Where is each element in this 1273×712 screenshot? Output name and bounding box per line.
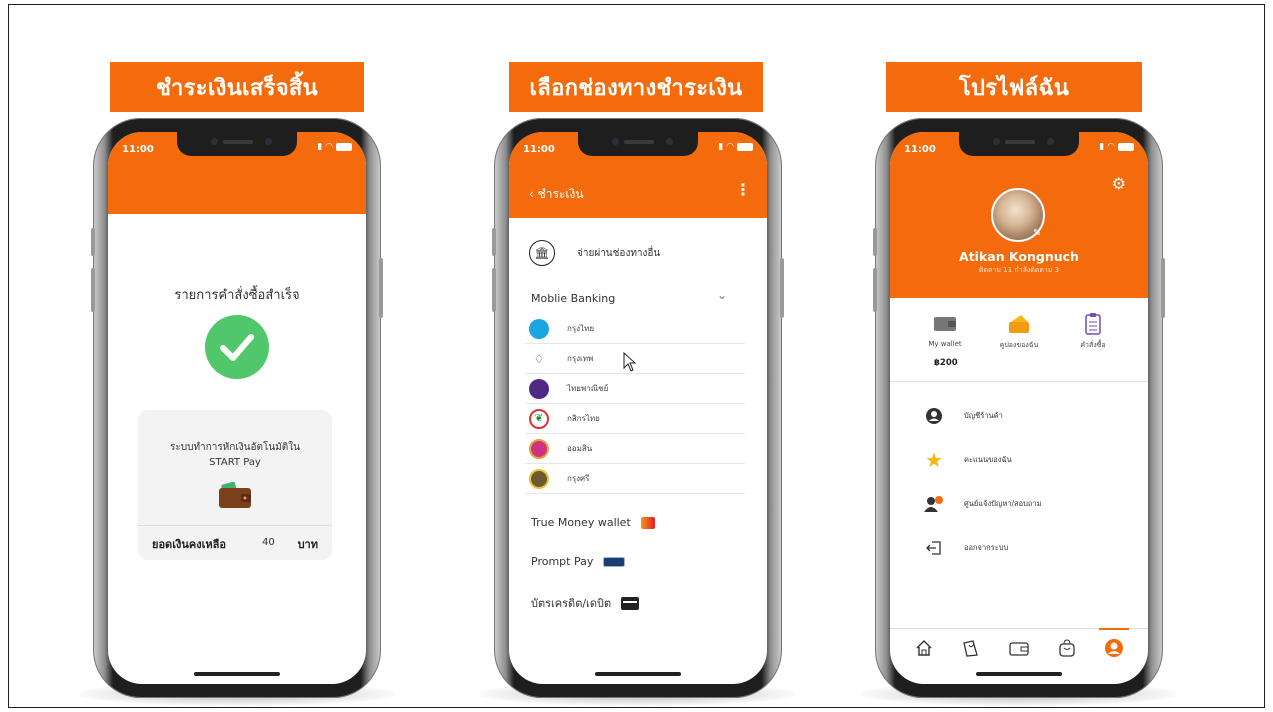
status-time: 11:00 — [122, 144, 154, 155]
tab-home[interactable] — [909, 633, 939, 663]
wifi-icon: ◠ — [1107, 142, 1115, 152]
balance-unit: บาท — [297, 538, 318, 551]
chevron-down-icon[interactable]: ⌄ — [717, 288, 727, 302]
card-option[interactable]: บัตรเครดิต/เดบิต — [531, 594, 640, 612]
true-money-option[interactable]: True Money wallet — [531, 516, 655, 529]
support-icon — [924, 496, 944, 512]
prompt-pay-option[interactable]: Prompt Pay — [531, 555, 626, 568]
auto-deduct-text: ระบบทำการหักเงินอัตโนมัติใน START Pay — [170, 442, 300, 468]
tab-shop[interactable] — [956, 633, 986, 663]
order-success-title: รายการคำสั่งซื้อสำเร็จ — [174, 288, 300, 303]
wallet-icon — [219, 480, 251, 512]
screen: 11:00 ▮ ◠ ⚙ ✎ Atikan Kongnuch ติดตาม 11 ก… — [890, 132, 1148, 684]
signal-icon: ▮ — [1099, 142, 1105, 152]
status-icons: ▮ ◠ — [317, 142, 352, 152]
wallet-icon — [1009, 641, 1029, 656]
menu-shop-account[interactable]: บัญชีร้านค้า — [924, 394, 1124, 438]
promptpay-logo-icon — [603, 556, 626, 567]
tab-profile[interactable] — [1099, 627, 1130, 663]
header-title: ชำระเงิน — [537, 187, 584, 201]
home-indicator[interactable] — [976, 672, 1062, 676]
quick-my-coupon[interactable]: คูปองของฉัน — [984, 312, 1054, 351]
bank-item-gsb[interactable]: ออมสิน — [525, 434, 745, 464]
status-icons: ▮ ◠ — [718, 142, 753, 152]
other-channel-option[interactable]: 🏛 จ่ายผ่านช่องทางอื่น — [529, 240, 660, 266]
tab-orders[interactable] — [1052, 633, 1082, 663]
bank-item-ktb[interactable]: กรุงไทย — [525, 314, 745, 344]
ktb-logo-icon — [529, 318, 549, 339]
menu-my-points[interactable]: ★ คะแนนของฉัน — [924, 438, 1124, 482]
quick-orders[interactable]: คำสั่งซื้อ — [1058, 312, 1128, 351]
battery-icon — [336, 143, 352, 151]
account-icon — [924, 408, 944, 424]
home-indicator[interactable] — [595, 672, 681, 676]
credit-card-icon — [621, 596, 640, 610]
gsb-logo-icon — [529, 438, 549, 459]
quick-my-wallet[interactable]: My wallet — [910, 312, 980, 348]
phone-payment-success: 11:00 ▮ ◠ รายการคำสั่งซื้อสำเร็จ ระบบทำกา… — [91, 118, 383, 698]
profile-menu: บัญชีร้านค้า ★ คะแนนของฉัน ศูนย์แจ้งปัญห… — [924, 394, 1124, 570]
profile-icon — [1105, 638, 1124, 657]
signal-icon: ▮ — [718, 142, 724, 152]
screen: 11:00 ▮ ◠ ‹ ชำระเงิน ⋮ 🏛 จ่ายผ่านช่องทางอ… — [509, 132, 767, 684]
back-button[interactable]: ‹ ชำระเงิน — [529, 185, 584, 204]
banner-select-payment: เลือกช่องทางชำระเงิน — [509, 62, 763, 112]
battery-icon — [737, 143, 753, 151]
star-icon: ★ — [925, 448, 943, 472]
wallet-balance: ฿200 — [934, 358, 958, 368]
bag-icon — [1058, 638, 1075, 657]
screen: 11:00 ▮ ◠ รายการคำสั่งซื้อสำเร็จ ระบบทำกา… — [108, 132, 366, 684]
bbl-logo-icon: ♢ — [529, 348, 549, 369]
wifi-icon: ◠ — [726, 142, 734, 152]
truemoney-logo-icon — [640, 516, 655, 529]
check-icon — [205, 315, 269, 379]
coupon-icon — [984, 312, 1054, 336]
banner-my-profile: โปรไฟล์ฉัน — [886, 62, 1142, 112]
battery-icon — [1118, 143, 1134, 151]
other-channel-label: จ่ายผ่านช่องทางอื่น — [577, 247, 661, 259]
kbank-logo-icon: ❦ — [529, 408, 549, 429]
status-icons: ▮ ◠ — [1099, 142, 1134, 152]
chevron-left-icon: ‹ — [529, 187, 534, 201]
profile-name: Atikan Kongnuch — [959, 249, 1079, 264]
krungsri-logo-icon — [529, 468, 549, 489]
quick-actions: My wallet คูปองของฉัน คำสั่งซื้อ ฿200 — [890, 298, 1148, 382]
follow-stats: ติดตาม 11 กำลังติดตาม 3 — [978, 266, 1060, 274]
bottom-tab-bar — [890, 627, 1148, 666]
shop-icon — [963, 639, 979, 657]
notch — [578, 132, 698, 156]
wifi-icon: ◠ — [325, 142, 333, 152]
balance-card: ระบบทำการหักเงินอัตโนมัติใน START Pay ยอ… — [138, 410, 332, 560]
signal-icon: ▮ — [317, 142, 323, 152]
notch — [959, 132, 1079, 156]
gear-icon[interactable]: ⚙ — [1112, 174, 1126, 193]
status-time: 11:00 — [523, 144, 555, 155]
phone-profile: 11:00 ▮ ◠ ⚙ ✎ Atikan Kongnuch ติดตาม 11 ก… — [873, 118, 1165, 698]
bank-item-krungsri[interactable]: กรุงศรี — [525, 464, 745, 494]
notch — [177, 132, 297, 156]
edit-icon[interactable]: ✎ — [1033, 228, 1047, 242]
bank-item-scb[interactable]: ไทยพาณิชย์ — [525, 374, 745, 404]
logout-icon — [924, 540, 944, 556]
menu-support-center[interactable]: ศูนย์แจ้งปัญหา/สอบถาม — [924, 482, 1124, 526]
menu-logout[interactable]: ออกจากระบบ — [924, 526, 1124, 570]
scb-logo-icon — [529, 378, 549, 399]
home-icon — [916, 639, 932, 656]
wallet-icon — [910, 312, 980, 336]
tab-wallet[interactable] — [1004, 633, 1034, 663]
status-time: 11:00 — [904, 144, 936, 155]
balance-label: ยอดเงินคงเหลือ — [152, 538, 226, 551]
home-indicator[interactable] — [194, 672, 280, 676]
mobile-banking-label: Moblie Banking — [531, 292, 616, 305]
bank-list: กรุงไทย ♢ กรุงเทพ ไทยพาณิชย์ ❦ กสิกรไทย ออ… — [525, 314, 745, 494]
mouse-cursor-icon — [623, 351, 637, 376]
bank-building-icon: 🏛 — [529, 240, 555, 266]
more-vertical-icon[interactable]: ⋮ — [735, 180, 751, 199]
bank-item-kbank[interactable]: ❦ กสิกรไทย — [525, 404, 745, 434]
phone-payment-method: 11:00 ▮ ◠ ‹ ชำระเงิน ⋮ 🏛 จ่ายผ่านช่องทางอ… — [492, 118, 784, 698]
balance-amount: 40 — [262, 537, 275, 548]
banner-payment-complete: ชำระเงินเสร็จสิ้น — [110, 62, 364, 112]
order-list-icon — [1058, 312, 1128, 336]
